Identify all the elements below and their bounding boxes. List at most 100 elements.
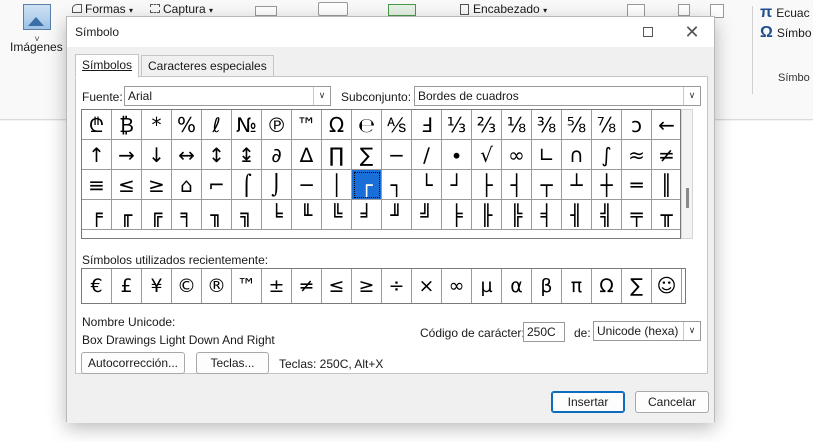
recent-symbol-cell[interactable]: × [412, 269, 442, 303]
symbol-cell[interactable]: ╗ [232, 200, 262, 230]
symbol-cell[interactable]: ↑ [82, 140, 112, 170]
symbol-cell[interactable]: ℗ [262, 110, 292, 140]
symbol-cell[interactable]: ∏ [322, 140, 352, 170]
symbol-cell[interactable]: ╒ [82, 200, 112, 230]
symbol-cell[interactable]: ⌠ [232, 170, 262, 200]
from-select[interactable]: Unicode (hexa) ∨ [593, 321, 701, 341]
recent-symbol-cell[interactable]: Ω [592, 269, 622, 303]
symbol-cell[interactable]: ⅝ [562, 110, 592, 140]
recent-symbol-cell[interactable]: µ [472, 269, 502, 303]
symbol-cell[interactable]: ┴ [562, 170, 592, 200]
recent-symbol-cell[interactable]: © [172, 269, 202, 303]
recent-symbol-cell[interactable]: ¥ [142, 269, 172, 303]
symbol-cell[interactable]: ├ [472, 170, 502, 200]
symbol-cell[interactable]: ┐ [382, 170, 412, 200]
symbol-cell[interactable]: ⌡ [262, 170, 292, 200]
char-code-input[interactable]: 250C [523, 322, 565, 342]
symbol-cell[interactable]: ↕ [202, 140, 232, 170]
subset-select[interactable]: Bordes de cuadros ∨ [414, 86, 701, 106]
symbol-cell[interactable]: ⅍ [382, 110, 412, 140]
symbol-grid[interactable]: ₾ ₿ *% ℓ № ℗ ™ Ω ℮ ⅍ Ⅎ ⅓ ⅔ ⅛ ⅜ ⅝ ⅞ ↄ ← ↑ → ↓ ↔ ↕ ↨ ∂ ∆ ∏ ∑ − ∕ ∙ √ ∞ ∟ ∩ ∫ ≈ ≠… [81, 109, 681, 239]
symbol-cell[interactable]: ℓ [202, 110, 232, 140]
font-select[interactable]: Arial ∨ [124, 86, 331, 106]
recent-symbol-cell[interactable]: ± [262, 269, 292, 303]
symbol-cell[interactable]: ⅓ [442, 110, 472, 140]
symbol-cell[interactable]: ╔ [142, 200, 172, 230]
symbol-cell[interactable]: ╛ [352, 200, 382, 230]
symbol-cell[interactable]: % [172, 110, 202, 140]
symbol-cell[interactable]: ┬ [532, 170, 562, 200]
symbol-cell[interactable]: ═ [622, 170, 652, 200]
symbol-grid-scrollbar[interactable] [681, 109, 693, 239]
equation-button[interactable]: π Ecuac [760, 4, 810, 22]
symbol-cell[interactable]: * [142, 110, 172, 140]
symbol-cell[interactable]: ╢ [562, 200, 592, 230]
recent-symbol-cell[interactable]: α [502, 269, 532, 303]
symbol-cell[interactable]: ↄ [622, 110, 652, 140]
symbol-cell[interactable]: ⅜ [532, 110, 562, 140]
symbol-cell[interactable]: ≡ [82, 170, 112, 200]
recent-symbol-cell[interactable]: ∞ [442, 269, 472, 303]
close-button[interactable]: ✕ [674, 20, 710, 44]
symbol-cell[interactable]: ╜ [382, 200, 412, 230]
tab-symbols[interactable]: Símbolos [75, 54, 140, 78]
symbol-cell[interactable]: ┼ [592, 170, 622, 200]
symbol-cell[interactable]: ∂ [262, 140, 292, 170]
recent-symbol-cell[interactable]: € [82, 269, 112, 303]
recent-symbol-cell[interactable]: ™ [232, 269, 262, 303]
comment-icon[interactable] [388, 4, 416, 16]
symbol-cell[interactable]: │ [322, 170, 352, 200]
symbol-cell[interactable]: └ [412, 170, 442, 200]
symbol-cell[interactable]: → [112, 140, 142, 170]
symbol-cell[interactable]: ℮ [352, 110, 382, 140]
recent-symbol-cell[interactable]: ≥ [352, 269, 382, 303]
recent-symbol-cell[interactable]: ÷ [382, 269, 412, 303]
symbol-cell[interactable]: ⅛ [502, 110, 532, 140]
symbol-cell[interactable]: ∑ [352, 140, 382, 170]
symbol-cell[interactable]: ╓ [112, 200, 142, 230]
insert-button[interactable]: Insertar [551, 391, 625, 413]
dialog-titlebar[interactable]: Símbolo ✕ [67, 17, 714, 47]
maximize-button[interactable] [630, 20, 666, 44]
images-button[interactable]: Imágenes ˅ [10, 4, 64, 54]
symbol-cell[interactable]: ≈ [622, 140, 652, 170]
symbol-cell[interactable]: ∙ [442, 140, 472, 170]
symbol-cell[interactable]: ™ [292, 110, 322, 140]
cancel-button[interactable]: Cancelar [635, 391, 709, 413]
symbol-cell[interactable]: ⅞ [592, 110, 622, 140]
tab-special-characters[interactable]: Caracteres especiales [141, 55, 274, 77]
symbol-cell[interactable]: √ [472, 140, 502, 170]
symbol-cell[interactable]: ↨ [232, 140, 262, 170]
recent-symbol-cell[interactable]: ☺ [652, 269, 682, 303]
recent-symbol-cell[interactable]: ∑ [622, 269, 652, 303]
scrollbar-thumb[interactable] [686, 188, 689, 208]
capture-button[interactable]: Captura ▾ [150, 2, 213, 16]
symbol-button[interactable]: Ω Símbo [760, 24, 812, 42]
symbol-cell[interactable]: ╘ [262, 200, 292, 230]
symbol-cell[interactable]: ≠ [652, 140, 680, 170]
recent-symbol-cell[interactable]: ® [202, 269, 232, 303]
symbol-cell[interactable]: ╤ [622, 200, 652, 230]
symbol-cell[interactable]: ╖ [202, 200, 232, 230]
symbol-cell[interactable]: ∕ [412, 140, 442, 170]
symbol-cell[interactable]: ┘ [442, 170, 472, 200]
symbol-cell[interactable]: ∞ [502, 140, 532, 170]
symbol-cell[interactable]: ╟ [472, 200, 502, 230]
symbol-cell[interactable]: ╚ [322, 200, 352, 230]
symbol-cell[interactable]: ╥ [652, 200, 680, 230]
symbol-cell[interactable]: ╣ [592, 200, 622, 230]
symbol-cell[interactable]: ╠ [502, 200, 532, 230]
symbol-cell[interactable]: ╞ [442, 200, 472, 230]
shapes-button[interactable]: Formas ▾ [72, 2, 133, 16]
recent-symbol-cell[interactable]: β [532, 269, 562, 303]
symbol-cell[interactable]: ₿ [112, 110, 142, 140]
symbol-cell[interactable]: № [232, 110, 262, 140]
symbol-cell[interactable]: ╙ [292, 200, 322, 230]
link-icon[interactable] [318, 2, 348, 16]
symbol-cell[interactable]: ╝ [412, 200, 442, 230]
symbol-cell[interactable]: ┌ [352, 170, 382, 200]
symbol-cell[interactable]: ∫ [592, 140, 622, 170]
symbol-cell[interactable]: ╡ [532, 200, 562, 230]
autocorrect-button[interactable]: Autocorrección... [81, 352, 185, 374]
symbol-cell[interactable]: ₾ [82, 110, 112, 140]
